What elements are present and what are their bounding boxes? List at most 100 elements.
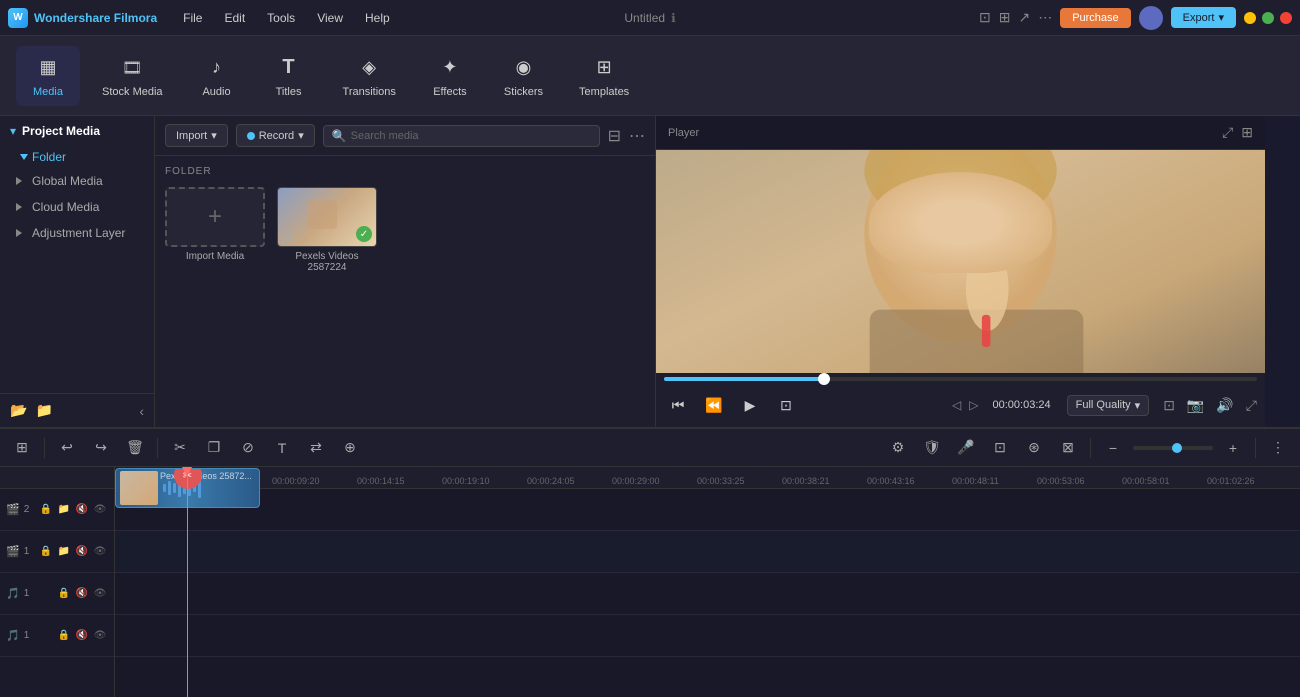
player-scrubber[interactable] bbox=[664, 377, 1257, 381]
copy-button[interactable]: ❐ bbox=[200, 434, 228, 462]
delete-button[interactable]: 🗑 bbox=[121, 434, 149, 462]
import-button[interactable]: Import ▾ bbox=[165, 124, 228, 147]
snapshot-icon[interactable]: 📷 bbox=[1187, 397, 1204, 414]
maximize-button[interactable] bbox=[1262, 12, 1274, 24]
toolbar-titles[interactable]: T Titles bbox=[257, 46, 321, 106]
scrubber-thumb[interactable] bbox=[818, 373, 830, 385]
more-options-icon[interactable]: ⋯ bbox=[629, 126, 645, 146]
sidebar-item-global-media[interactable]: Global Media bbox=[0, 168, 154, 194]
quality-label: Full Quality bbox=[1076, 399, 1131, 411]
quality-select[interactable]: Full Quality ▾ bbox=[1067, 395, 1150, 416]
audio2-num: 1 bbox=[24, 630, 30, 641]
toolbar-stickers[interactable]: ◉ Stickers bbox=[490, 46, 557, 106]
toolbar-audio[interactable]: ♪ Audio bbox=[185, 46, 249, 106]
step-back-button[interactable]: ⏮ bbox=[664, 391, 692, 419]
play-button[interactable]: ▶ bbox=[736, 391, 764, 419]
minimize-button[interactable] bbox=[1244, 12, 1256, 24]
dots-icon[interactable]: ⋯ bbox=[1038, 9, 1052, 26]
playhead[interactable] bbox=[187, 467, 188, 697]
track2-num: 2 bbox=[24, 504, 30, 515]
toolbar-templates[interactable]: ⊞ Templates bbox=[565, 46, 643, 106]
player-expand-icon[interactable]: ⤢ bbox=[1222, 124, 1233, 141]
timeline-ruler[interactable]: 00:00:00 00:00:04:25 00:00:09:20 00:00:1… bbox=[115, 467, 1300, 489]
track2-mute-icon[interactable]: 🔇 bbox=[74, 502, 90, 518]
timeline-tracks: 00:00:00 00:00:04:25 00:00:09:20 00:00:1… bbox=[115, 467, 1300, 697]
adjustment-chevron-icon bbox=[16, 229, 22, 237]
audio1-mute-icon[interactable]: 🔇 bbox=[74, 586, 90, 602]
audio2-mute-icon[interactable]: 🔇 bbox=[74, 628, 90, 644]
text-button[interactable]: T bbox=[268, 434, 296, 462]
audio1-lock-icon[interactable]: 🔒 bbox=[56, 586, 72, 602]
cut-button[interactable]: ✂ bbox=[166, 434, 194, 462]
search-input[interactable] bbox=[351, 130, 591, 142]
zoom-thumb[interactable] bbox=[1172, 443, 1182, 453]
fullscreen-button[interactable]: ⊡ bbox=[772, 391, 800, 419]
menu-file[interactable]: File bbox=[173, 7, 212, 29]
filter-icon[interactable]: ⊟ bbox=[608, 126, 621, 146]
export-button[interactable]: Export ▾ bbox=[1171, 7, 1236, 28]
panel-collapse-icon[interactable]: ‹ bbox=[139, 403, 144, 419]
pexels-thumb[interactable]: 🖼 ✓ bbox=[277, 187, 377, 247]
layers-button[interactable]: ⊡ bbox=[986, 434, 1014, 462]
record-button[interactable]: Record ▾ bbox=[236, 124, 315, 147]
fit-screen-icon[interactable]: ⊡ bbox=[1163, 397, 1175, 414]
sidebar-item-folder[interactable]: Folder bbox=[0, 146, 154, 168]
mark-in-icon[interactable]: ◁ bbox=[952, 398, 961, 412]
exclude-button[interactable]: ⊘ bbox=[234, 434, 262, 462]
purchase-button[interactable]: Purchase bbox=[1060, 8, 1130, 28]
close-button[interactable] bbox=[1280, 12, 1292, 24]
track1-mute-icon[interactable]: 🔇 bbox=[74, 544, 90, 560]
menu-view[interactable]: View bbox=[307, 7, 353, 29]
protect-button[interactable]: 🛡 bbox=[918, 434, 946, 462]
toolbar-media[interactable]: ▦ Media bbox=[16, 46, 80, 106]
adjust-button[interactable]: ⇄ bbox=[302, 434, 330, 462]
share-icon[interactable]: ↗ bbox=[1018, 9, 1030, 26]
folder-new-icon[interactable]: 📁 bbox=[35, 402, 52, 419]
folder-open-icon[interactable]: 📂 bbox=[10, 402, 27, 419]
track1-folder-icon[interactable]: 📁 bbox=[56, 544, 72, 560]
menu-tools[interactable]: Tools bbox=[257, 7, 305, 29]
audio2-eye-icon[interactable]: 👁 bbox=[92, 628, 108, 644]
sidebar-item-cloud-media[interactable]: Cloud Media bbox=[0, 194, 154, 220]
menu-edit[interactable]: Edit bbox=[214, 7, 255, 29]
fullscreen2-icon[interactable]: ⤢ bbox=[1246, 397, 1257, 414]
menu-help[interactable]: Help bbox=[355, 7, 400, 29]
player-settings-icon[interactable]: ⊞ bbox=[1241, 124, 1253, 141]
quality-chevron-icon: ▾ bbox=[1135, 399, 1141, 412]
add-clip-button[interactable]: ⊕ bbox=[336, 434, 364, 462]
undo-button[interactable]: ↩ bbox=[53, 434, 81, 462]
toolbar-transitions[interactable]: ◈ Transitions bbox=[329, 46, 410, 106]
volume-icon[interactable]: 🔊 bbox=[1216, 397, 1233, 414]
monitor-icon[interactable]: ⊡ bbox=[979, 9, 991, 26]
zoom-slider[interactable] bbox=[1133, 446, 1213, 450]
layout-button[interactable]: ⊞ bbox=[8, 434, 36, 462]
mosaic-button[interactable]: ⊠ bbox=[1054, 434, 1082, 462]
voiceover-button[interactable]: 🎤 bbox=[952, 434, 980, 462]
track2-eye-icon[interactable]: 👁 bbox=[92, 502, 108, 518]
audio1-eye-icon[interactable]: 👁 bbox=[92, 586, 108, 602]
import-media-thumb[interactable]: + bbox=[165, 187, 265, 247]
redo-button[interactable]: ↪ bbox=[87, 434, 115, 462]
sidebar-item-adjustment-layer[interactable]: Adjustment Layer bbox=[0, 220, 154, 246]
zoom-in-button[interactable]: + bbox=[1219, 434, 1247, 462]
scene-detect-button[interactable]: ⊛ bbox=[1020, 434, 1048, 462]
track2-lock-icon[interactable]: 🔒 bbox=[38, 502, 54, 518]
ruler-mark-4: 00:00:19:10 bbox=[442, 476, 490, 486]
mark-out-icon[interactable]: ▷ bbox=[969, 398, 978, 412]
track-label-audio2: 🎵 1 🔒 🔇 👁 bbox=[0, 615, 114, 657]
frame-back-button[interactable]: ⏪ bbox=[700, 391, 728, 419]
left-panel-bottom: 📂 📁 ‹ bbox=[0, 393, 154, 427]
track1-eye-icon[interactable]: 👁 bbox=[92, 544, 108, 560]
more-options-button[interactable]: ⋮ bbox=[1264, 434, 1292, 462]
zoom-out-button[interactable]: − bbox=[1099, 434, 1127, 462]
title-center: Untitled ℹ bbox=[624, 11, 675, 25]
audio2-lock-icon[interactable]: 🔒 bbox=[56, 628, 72, 644]
track1-lock-icon[interactable]: 🔒 bbox=[38, 544, 54, 560]
render-settings-button[interactable]: ⚙ bbox=[884, 434, 912, 462]
track2-icon: 🎬 bbox=[6, 503, 20, 516]
toolbar-stock-media[interactable]: 🎞 Stock Media bbox=[88, 46, 177, 106]
toolbar-effects[interactable]: ✦ Effects bbox=[418, 46, 482, 106]
grid-icon[interactable]: ⊞ bbox=[999, 9, 1011, 26]
title-bar: W Wondershare Filmora File Edit Tools Vi… bbox=[0, 0, 1300, 36]
track2-folder-icon[interactable]: 📁 bbox=[56, 502, 72, 518]
